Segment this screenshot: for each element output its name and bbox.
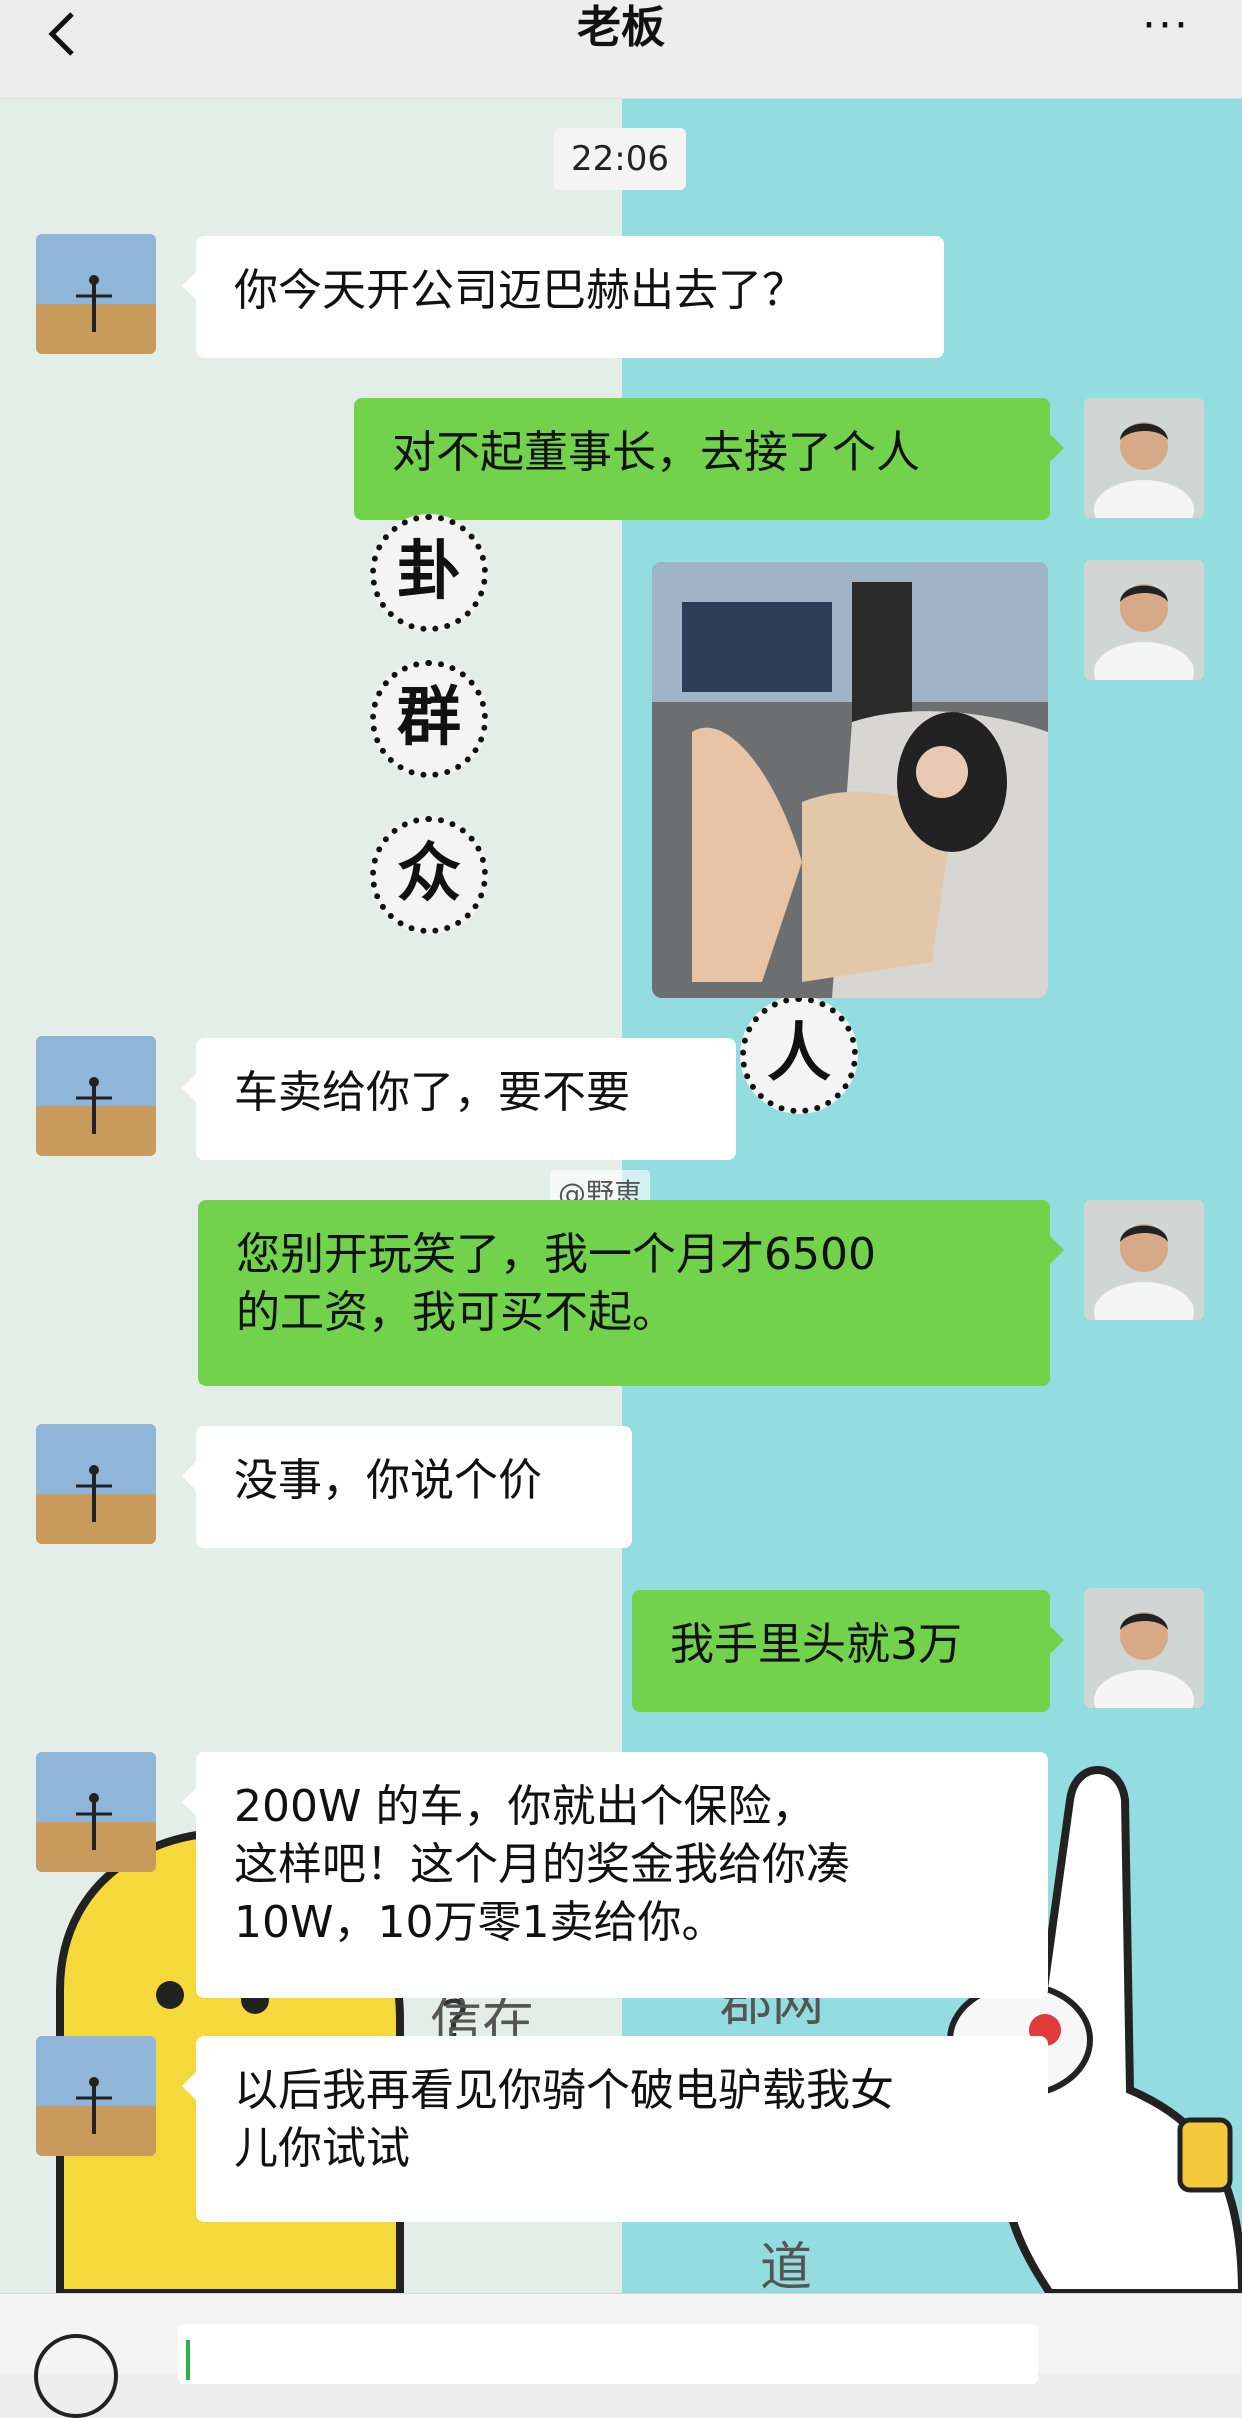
photo-woman-in-car-icon <box>652 562 1048 998</box>
my-avatar[interactable] <box>1084 1200 1204 1320</box>
my-avatar[interactable] <box>1084 398 1204 518</box>
boss-avatar[interactable] <box>36 234 156 354</box>
image-message[interactable] <box>652 562 1048 998</box>
message-bubble-outgoing[interactable]: 对不起董事长，去接了个人 <box>354 398 1064 520</box>
my-avatar[interactable] <box>1084 560 1204 680</box>
voice-button[interactable] <box>34 2334 118 2418</box>
message-bubble-incoming[interactable]: 没事，你说个价 <box>182 1426 632 1548</box>
sticker-char: 众 <box>370 816 488 934</box>
message-bubble-incoming[interactable]: 以后我再看见你骑个破电驴载我女 儿你试试 <box>182 2036 1048 2222</box>
message-input[interactable] <box>178 2324 1038 2384</box>
boss-avatar[interactable] <box>36 2036 156 2156</box>
sticker-char: 卦 <box>370 514 488 632</box>
chat-header: 老板 ··· <box>0 0 1242 99</box>
message-bubble-incoming[interactable]: 200W 的车，你就出个保险， 这样吧！这个月的奖金我给你凑 10W，10万零1… <box>182 1752 1048 1998</box>
message-bubble-incoming[interactable]: 车卖给你了，要不要 <box>182 1038 736 1160</box>
sticker-char: 人 <box>740 996 858 1114</box>
boss-avatar[interactable] <box>36 1424 156 1544</box>
my-avatar[interactable] <box>1084 1588 1204 1708</box>
more-dots-icon: ··· <box>1142 0 1190 51</box>
message-timestamp: 22:06 <box>554 128 686 190</box>
message-bubble-outgoing[interactable]: 您别开玩笑了，我一个月才6500 的工资，我可买不起。 <box>198 1200 1064 1386</box>
message-bubble-outgoing[interactable]: 我手里头就3万 <box>632 1590 1064 1712</box>
chat-title: 老板 <box>577 2 665 53</box>
svg-text:道: 道 <box>760 2238 812 2293</box>
boss-avatar[interactable] <box>36 1752 156 1872</box>
more-button[interactable]: ··· <box>1142 4 1190 48</box>
message-bubble-incoming[interactable]: 你今天开公司迈巴赫出去了？ <box>182 236 944 358</box>
text-caret <box>186 2340 190 2380</box>
input-bar <box>0 2293 1242 2418</box>
sticker-char: 群 <box>370 660 488 778</box>
boss-avatar[interactable] <box>36 1036 156 1156</box>
